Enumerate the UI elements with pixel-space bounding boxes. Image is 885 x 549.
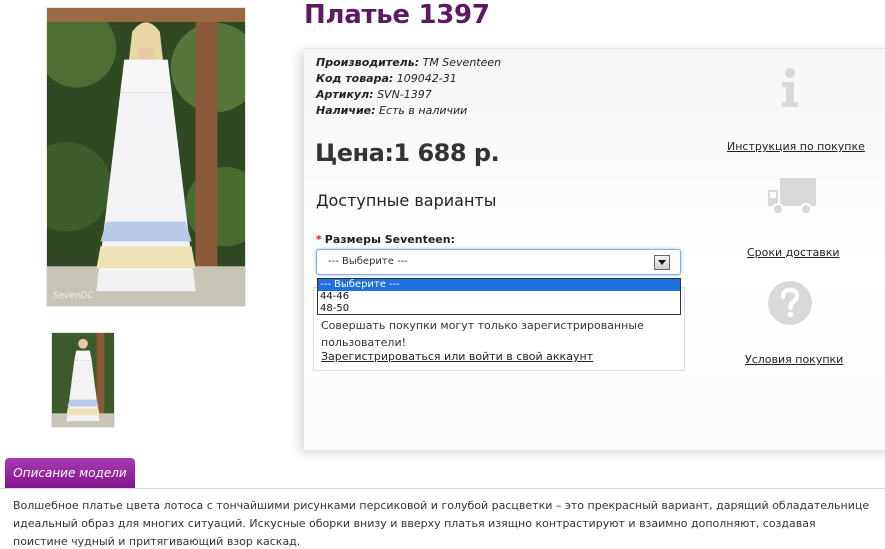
meta-availability: Наличие: Есть в наличии bbox=[316, 103, 501, 119]
product-price: Цена:1 688 р. bbox=[315, 139, 500, 167]
delivery-link[interactable]: Сроки доставки bbox=[747, 246, 840, 259]
meta-code: Код товара: 109042-31 bbox=[316, 71, 501, 87]
meta-manufacturer: Производитель: TM Seventeen bbox=[316, 55, 501, 71]
meta-availability-label: Наличие: bbox=[316, 104, 376, 117]
meta-article-label: Артикул: bbox=[316, 88, 374, 101]
size-option[interactable]: 48-50 bbox=[318, 303, 680, 315]
dress-thumbnail-photo bbox=[52, 333, 114, 427]
truck-icon[interactable] bbox=[766, 176, 818, 218]
chevron-down-icon[interactable] bbox=[654, 255, 670, 270]
meta-manufacturer-value: TM Seventeen bbox=[422, 56, 502, 69]
instruction-link[interactable]: Инструкция по покупке bbox=[727, 140, 865, 153]
register-link[interactable]: Зарегистрироваться или войти в свой акка… bbox=[321, 350, 593, 363]
size-dropdown-list[interactable]: --- Выберите --- 44-46 48-50 bbox=[317, 278, 681, 315]
product-meta: Производитель: TM Seventeen Код товара: … bbox=[316, 55, 501, 119]
meta-code-label: Код товара: bbox=[316, 72, 394, 85]
meta-article-value: SVN-1397 bbox=[377, 88, 432, 101]
meta-manufacturer-label: Производитель: bbox=[316, 56, 420, 69]
size-option[interactable]: 44-46 bbox=[318, 291, 680, 303]
price-label: Цена: bbox=[315, 139, 394, 167]
meta-availability-value: Есть в наличии bbox=[379, 104, 468, 117]
size-select[interactable]: --- Выберите --- bbox=[316, 249, 681, 275]
dress-photo: SevenDC bbox=[47, 8, 245, 306]
meta-article: Артикул: SVN-1397 bbox=[316, 87, 501, 103]
terms-link[interactable]: Условия покупки bbox=[745, 353, 843, 366]
product-main-photo[interactable]: SevenDC bbox=[46, 7, 246, 307]
size-option[interactable]: --- Выберите --- bbox=[318, 279, 680, 291]
size-select-value: --- Выберите --- bbox=[328, 256, 408, 267]
tab-description[interactable]: Описание модели bbox=[5, 458, 135, 488]
size-label-text: Размеры Seventeen: bbox=[324, 233, 455, 246]
notice-text: Совершать покупки могут только зарегистр… bbox=[321, 319, 644, 349]
page-title: Платье 1397 bbox=[304, 0, 490, 30]
required-mark: * bbox=[316, 233, 322, 246]
product-thumbnail[interactable] bbox=[51, 332, 115, 428]
price-value: 1 688 р. bbox=[393, 139, 500, 167]
description-divider bbox=[0, 488, 885, 489]
meta-code-value: 109042-31 bbox=[396, 72, 457, 85]
watermark-text: SevenDC bbox=[53, 291, 94, 301]
question-icon[interactable] bbox=[767, 280, 813, 326]
size-label: * Размеры Seventeen: bbox=[316, 233, 455, 246]
info-icon[interactable] bbox=[778, 67, 802, 109]
variants-heading: Доступные варианты bbox=[316, 191, 497, 210]
description-text: Волшебное платье цвета лотоса с тончайши… bbox=[13, 499, 870, 548]
